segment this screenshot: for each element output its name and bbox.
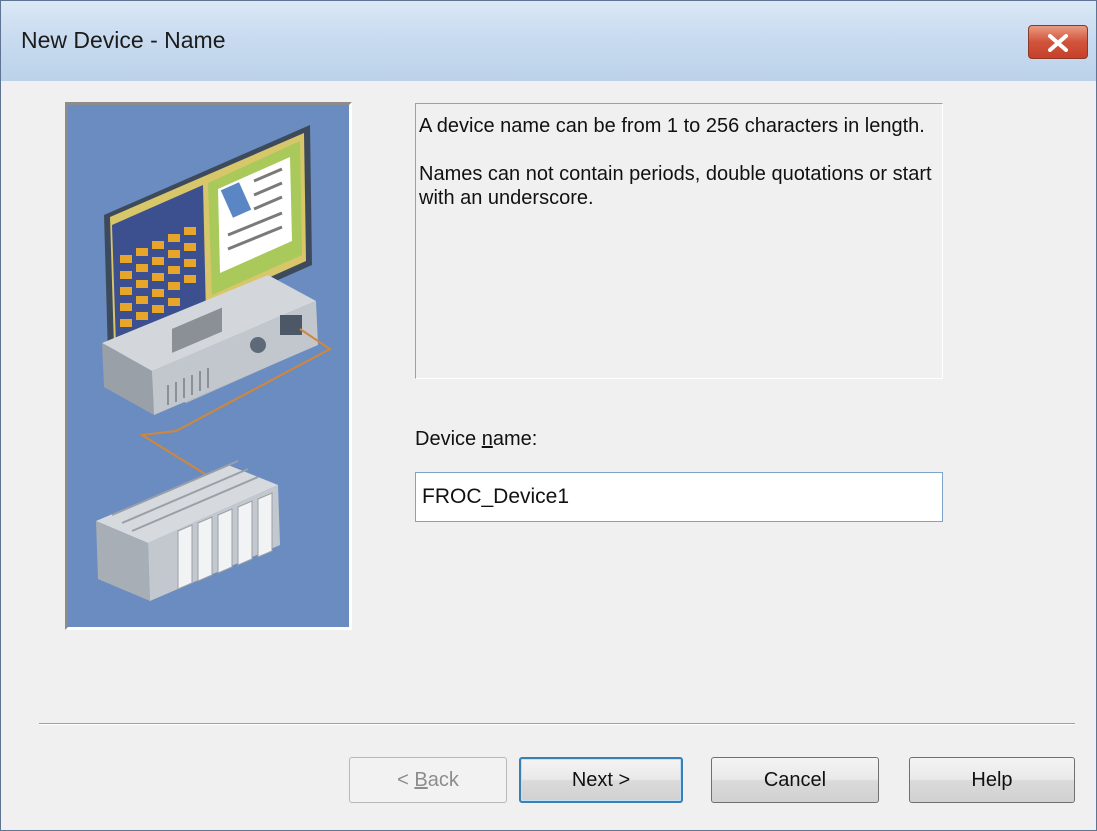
device-name-label: Device name:	[415, 428, 537, 451]
button-separator	[39, 723, 1075, 725]
device-name-label-accelerator: n	[481, 428, 493, 450]
device-name-label-post: ame:	[492, 428, 538, 450]
description-box: A device name can be from 1 to 256 chara…	[415, 103, 943, 379]
help-button[interactable]: Help	[909, 757, 1075, 803]
description-line-length: A device name can be from 1 to 256 chara…	[419, 115, 925, 137]
description-line-rules: Names can not contain periods, double qu…	[419, 163, 932, 209]
title-bar[interactable]: New Device - Name	[1, 1, 1096, 81]
cancel-button[interactable]: Cancel	[711, 757, 879, 803]
back-button-post: ack	[427, 769, 459, 791]
window-title: New Device - Name	[21, 27, 226, 53]
next-button[interactable]: Next >	[519, 757, 683, 803]
close-icon	[1048, 34, 1068, 52]
back-button-accelerator: B	[414, 769, 428, 791]
close-button[interactable]	[1028, 25, 1088, 59]
dialog-client-area: A device name can be from 1 to 256 chara…	[9, 81, 1090, 824]
device-name-input[interactable]	[415, 472, 943, 522]
computer-and-plc-illustration	[65, 102, 352, 630]
back-button-pre: <	[397, 769, 415, 791]
device-name-label-pre: Device	[415, 428, 482, 450]
illustration-graphic	[68, 105, 349, 627]
dialog-window: New Device - Name A device name can be f…	[0, 0, 1097, 831]
back-button[interactable]: < Back	[349, 757, 507, 803]
